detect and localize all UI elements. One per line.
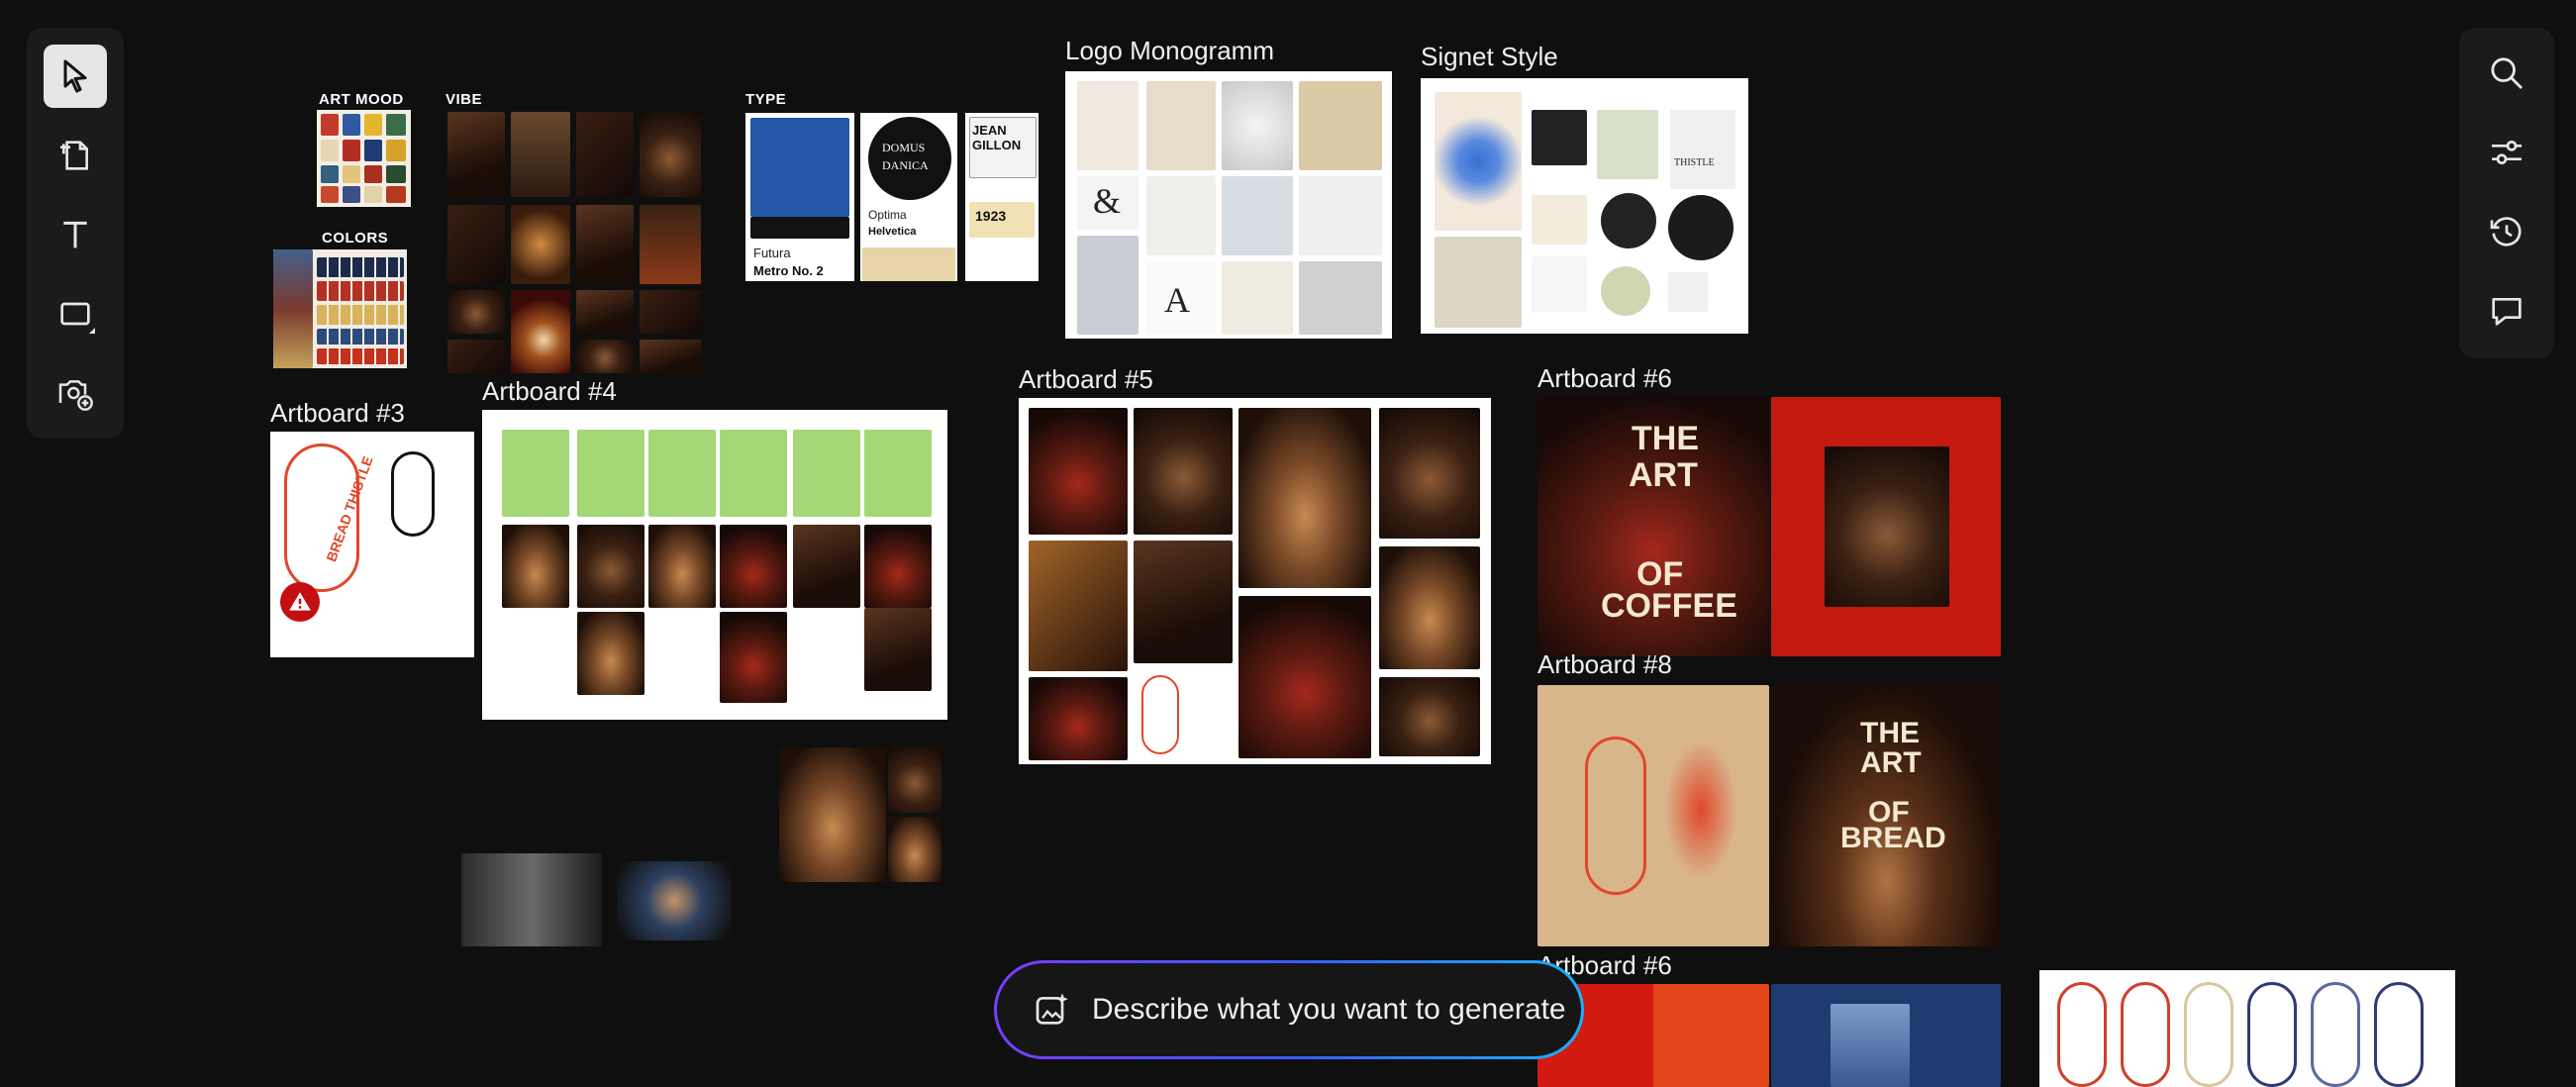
futura-text: Futura (753, 246, 791, 260)
artboard-5-title: Artboard #5 (1019, 364, 1153, 394)
loose-image-latte[interactable] (617, 861, 732, 940)
artboard-8[interactable]: THE ART OF BREAD (1537, 685, 2001, 946)
signet-style-artboard[interactable]: THISTLE (1421, 78, 1748, 334)
loose-image-bread-collage[interactable] (779, 747, 941, 882)
generate-placeholder[interactable]: Describe what you want to generate (1092, 993, 1566, 1027)
coffee-poster-the: THE (1632, 420, 1699, 457)
bread-poster-art: ART (1860, 746, 1922, 779)
artboard-6-title: Artboard #6 (1537, 363, 1672, 393)
left-toolbar (27, 28, 124, 439)
text-tool-button[interactable] (44, 203, 107, 266)
text-icon (63, 221, 87, 248)
history-button[interactable] (2475, 200, 2538, 263)
artboard-6[interactable]: THE ART OF COFFEE (1537, 397, 2001, 656)
warning-icon (289, 592, 311, 611)
logo-monogramm-artboard[interactable]: & A (1065, 71, 1392, 339)
optima-text: Optima (868, 208, 907, 222)
add-image-icon (58, 380, 93, 411)
generate-prompt-bar[interactable]: Describe what you want to generate (994, 960, 1584, 1059)
artboard-4-title: Artboard #4 (482, 376, 617, 406)
right-toolbar (2459, 28, 2554, 358)
image-tool-button[interactable] (44, 361, 107, 425)
signet-style-title: Signet Style (1421, 42, 1558, 71)
colors-label: COLORS (322, 230, 389, 247)
vibe-label: VIBE (446, 91, 483, 108)
artboard-8-title: Artboard #8 (1537, 649, 1672, 679)
type-sample-optima[interactable]: DOMUS DANICA Optima Helvetica (860, 113, 957, 281)
artboard-3-title: Artboard #3 (270, 398, 405, 428)
shape-tool-button[interactable] (44, 282, 107, 346)
submenu-indicator-icon (89, 328, 95, 334)
year-text: 1923 (975, 208, 1007, 224)
danica-text: DANICA (882, 158, 929, 172)
type-label: TYPE (745, 91, 787, 108)
sliders-icon (2492, 140, 2522, 165)
type-sample-jean[interactable]: JEAN GILLON 1923 (965, 113, 1039, 281)
logo-monogramm-title: Logo Monogramm (1065, 36, 1274, 65)
history-icon (2490, 217, 2522, 247)
coffee-poster-coffee: COFFEE (1601, 587, 1737, 625)
artboard-6b[interactable] (1537, 984, 2001, 1087)
vibe-collage[interactable] (446, 110, 705, 375)
bread-poster-the: THE (1860, 717, 1920, 749)
cursor-arrow-icon (63, 59, 87, 93)
colors-swatches[interactable] (273, 249, 407, 368)
warning-badge[interactable] (280, 582, 320, 622)
comment-icon (2492, 298, 2522, 326)
bread-poster-bread: BREAD (1840, 822, 1946, 854)
comments-button[interactable] (2475, 279, 2538, 343)
artboard-4[interactable] (482, 410, 947, 720)
search-button[interactable] (2475, 42, 2538, 105)
select-tool-button[interactable] (44, 45, 107, 108)
art-mood-collage[interactable] (317, 110, 411, 207)
helvetica-text: Helvetica (868, 226, 917, 238)
domus-text: DOMUS (882, 141, 926, 154)
adjustments-button[interactable] (2475, 121, 2538, 184)
coffee-poster-art: ART (1629, 456, 1698, 494)
search-icon (2491, 57, 2524, 90)
artboard-5[interactable] (1019, 398, 1491, 764)
artboard-icon (60, 141, 88, 170)
loose-image-espresso[interactable] (461, 853, 602, 946)
art-mood-label: ART MOOD (319, 91, 404, 108)
type-sample-futura[interactable]: Futura Metro No. 2 (745, 113, 854, 281)
generate-image-icon (1036, 993, 1068, 1025)
artboard-tool-button[interactable] (44, 124, 107, 187)
jean-gillon-text: JEAN GILLON (972, 123, 1022, 152)
logo-variants-strip[interactable] (2039, 970, 2455, 1087)
metro-text: Metro No. 2 (753, 263, 824, 278)
artboard-3[interactable]: BREAD THISTLE (270, 432, 474, 657)
